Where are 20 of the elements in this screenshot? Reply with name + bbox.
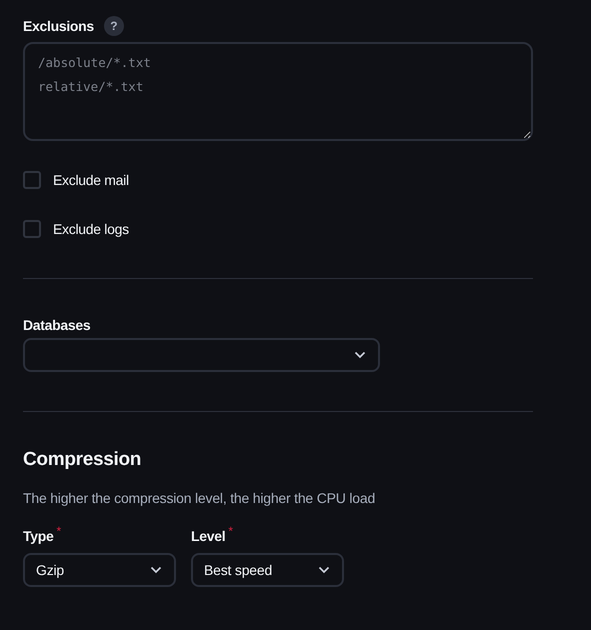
section-description: The higher the compression level, the higher the CPU load: [23, 490, 376, 506]
field-label: Level: [191, 528, 226, 544]
checkbox-label: Exclude mail: [53, 172, 129, 188]
field-label: Databases: [23, 317, 92, 333]
chevron-icon: [354, 351, 366, 359]
chevron-icon: [150, 566, 162, 574]
dropdown[interactable]: Best speed: [191, 553, 344, 587]
checkbox-label: Exclude logs: [53, 221, 129, 237]
section-title: Compression: [23, 449, 142, 471]
checkbox[interactable]: [23, 171, 41, 189]
required-mark: *: [228, 524, 233, 538]
chevron-icon: [318, 566, 330, 574]
field-label: Exclusions: [23, 18, 94, 34]
field-label: Type: [23, 528, 54, 544]
exclusions-field[interactable]: /absolute/*.txt relative/*.txt: [23, 42, 533, 141]
required-mark: *: [56, 524, 62, 538]
databases-select[interactable]: [23, 338, 380, 372]
help-icon[interactable]: ?: [104, 16, 124, 36]
checkbox[interactable]: [23, 220, 41, 238]
dropdown[interactable]: Gzip: [23, 553, 176, 587]
